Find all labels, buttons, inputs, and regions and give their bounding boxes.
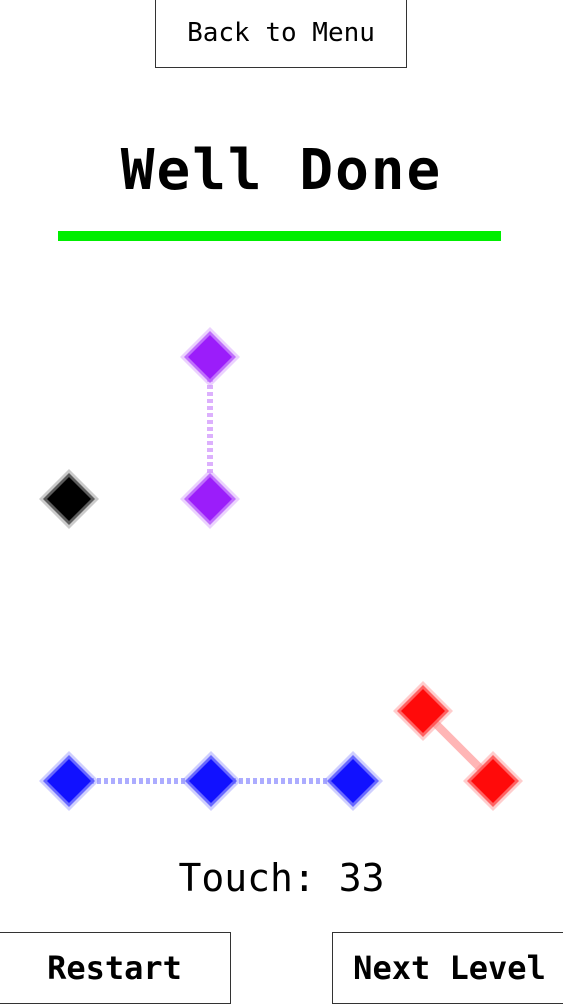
dot-blue-left[interactable] [39,751,99,811]
touch-counter: Touch: 33 [178,856,385,900]
dot-blue-right[interactable] [323,751,383,811]
restart-button[interactable]: Restart [0,932,231,1004]
dot-blue-middle[interactable] [181,751,241,811]
dot-purple-top[interactable] [180,327,240,387]
dot-black[interactable] [39,469,99,529]
dot-purple-bottom[interactable] [180,469,240,529]
next-level-button[interactable]: Next Level [332,932,563,1004]
game-board [39,327,523,811]
